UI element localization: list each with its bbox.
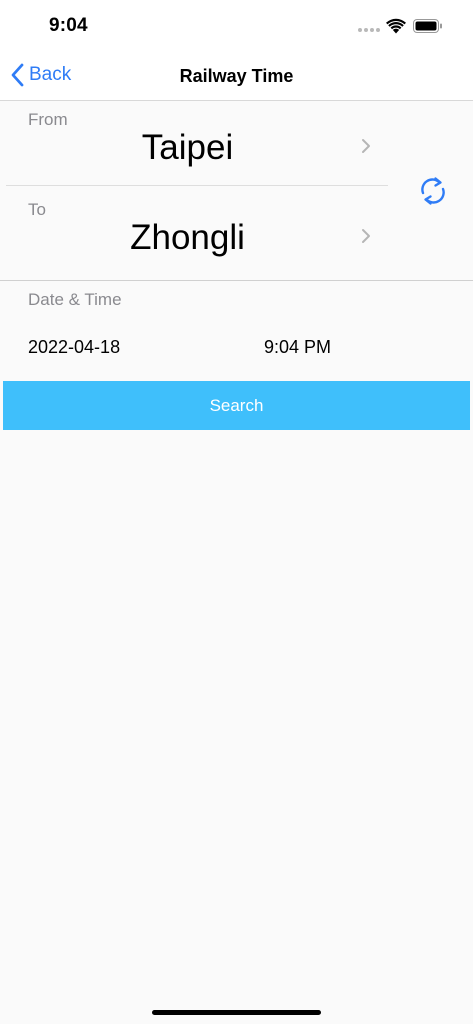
row-divider [6,185,388,186]
search-button[interactable]: Search [3,381,470,430]
from-station-name: Taipei [141,128,234,167]
page-title: Railway Time [179,66,294,86]
railway-time-screen: 9:04 Back Railway Time From Taipei To Zh… [0,0,473,1024]
date-picker[interactable]: 2022-04-18 [28,337,120,358]
chevron-right-icon [362,229,370,243]
to-station-name: Zhongli [130,218,245,257]
time-picker[interactable]: 9:04 PM [264,337,331,358]
wifi-icon [386,18,406,34]
from-label: From [28,110,68,129]
to-station-row[interactable]: To Zhongli [0,191,388,280]
cellular-signal-icon [358,28,380,32]
to-label: To [28,200,46,219]
battery-icon [413,19,442,33]
navigation-bar: Back Railway Time [0,54,473,101]
home-indicator [152,1010,321,1015]
chevron-right-icon [362,139,370,153]
swap-stations-icon[interactable] [417,174,449,208]
from-station-row[interactable]: From Taipei [0,101,388,190]
date-time-label: Date & Time [28,290,122,309]
status-bar: 9:04 [0,0,473,54]
route-selector: From Taipei To Zhongli [0,101,473,281]
status-time: 9:04 [49,15,88,36]
